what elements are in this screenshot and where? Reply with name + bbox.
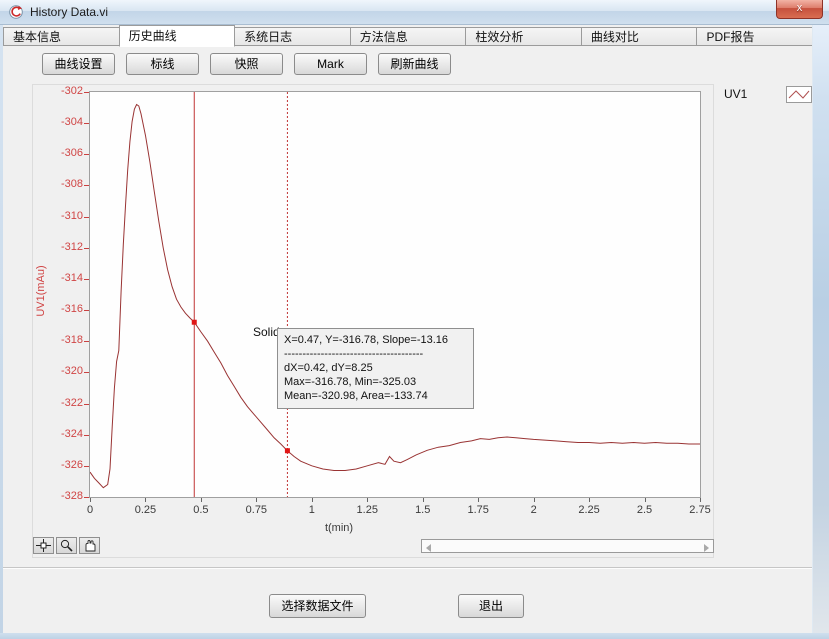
x-tick-mark xyxy=(367,498,368,502)
x-tick-mark xyxy=(589,498,590,502)
y-tick-mark xyxy=(84,92,89,93)
close-button[interactable]: x xyxy=(776,0,823,19)
x-axis-title: t(min) xyxy=(89,522,589,534)
y-tick-mark xyxy=(84,248,89,249)
graph-horizontal-scrollbar[interactable] xyxy=(421,539,714,553)
tooltip-line-xy: X=0.47, Y=-316.78, Slope=-13.16 xyxy=(284,333,467,347)
x-tick-label: 2 xyxy=(514,504,554,516)
x-tick-mark xyxy=(90,498,91,502)
y-tick-label: -328 xyxy=(35,490,83,502)
y-tick-mark xyxy=(84,217,89,218)
y-tick-label: -326 xyxy=(35,459,83,471)
y-tick-mark xyxy=(84,497,89,498)
x-tick-label: 0.75 xyxy=(236,504,276,516)
legend-series-label[interactable]: UV1 xyxy=(724,87,747,101)
x-tick-mark xyxy=(645,498,646,502)
y-tick-label: -322 xyxy=(35,397,83,409)
x-tick-label: 1.25 xyxy=(347,504,387,516)
x-tick-label: 0 xyxy=(70,504,110,516)
tab-4[interactable]: 柱效分析 xyxy=(465,27,582,46)
x-tick-label: 0.25 xyxy=(125,504,165,516)
x-tick-mark xyxy=(201,498,202,502)
y-tick-label: -302 xyxy=(35,85,83,97)
cursor-tool-icon[interactable] xyxy=(33,537,54,554)
x-tick-mark xyxy=(256,498,257,502)
cursor-tooltip: X=0.47, Y=-316.78, Slope=-13.16 --------… xyxy=(277,328,474,409)
legend-line-sample-icon[interactable] xyxy=(786,86,812,103)
tab-2[interactable]: 系统日志 xyxy=(234,27,351,46)
y-tick-label: -312 xyxy=(35,241,83,253)
scroll-left-icon[interactable] xyxy=(426,544,431,552)
tab-strip: 基本信息历史曲线系统日志方法信息柱效分析曲线对比PDF报告 xyxy=(3,27,812,47)
y-tick-mark xyxy=(84,123,89,124)
toolbar-button-4[interactable]: 刷新曲线 xyxy=(378,53,451,75)
zoom-tool-icon[interactable] xyxy=(56,537,77,554)
pan-tool-icon[interactable] xyxy=(79,537,100,554)
tab-3[interactable]: 方法信息 xyxy=(350,27,467,46)
tooltip-line-dxdy: dX=0.42, dY=8.25 xyxy=(284,361,467,375)
plot-area[interactable]: Solid X=0.47, Y=-316.78, Slope=-13.16 --… xyxy=(89,91,701,498)
x-tick-label: 1 xyxy=(292,504,332,516)
x-tick-mark xyxy=(145,498,146,502)
tab-0[interactable]: 基本信息 xyxy=(3,27,120,46)
cursor-marker-0[interactable] xyxy=(192,320,197,325)
cursor-name-label: Solid xyxy=(253,325,280,339)
y-tick-label: -314 xyxy=(35,272,83,284)
x-tick-label: 2.75 xyxy=(680,504,720,516)
history-curve-graph: UV1(mAu) Solid X=0.47, Y=-316.78, Slope=… xyxy=(32,84,714,558)
y-tick-label: -316 xyxy=(35,303,83,315)
x-tick-mark xyxy=(534,498,535,502)
y-tick-mark xyxy=(84,341,89,342)
toolbar-button-2[interactable]: 快照 xyxy=(210,53,283,75)
tab-1[interactable]: 历史曲线 xyxy=(119,25,236,47)
tooltip-line-meanarea: Mean=-320.98, Area=-133.74 xyxy=(284,389,467,403)
x-tick-label: 1.75 xyxy=(458,504,498,516)
labview-vi-icon xyxy=(8,4,24,20)
y-tick-label: -310 xyxy=(35,210,83,222)
title-bar[interactable]: History Data.vi x xyxy=(0,0,829,25)
select-data-file-button[interactable]: 选择数据文件 xyxy=(269,594,366,618)
toolbar-button-3[interactable]: Mark xyxy=(294,53,367,75)
scroll-right-icon[interactable] xyxy=(704,544,709,552)
y-tick-mark xyxy=(84,404,89,405)
y-tick-label: -306 xyxy=(35,147,83,159)
exit-button[interactable]: 退出 xyxy=(458,594,524,618)
tab-page-history-curve: 基本信息历史曲线系统日志方法信息柱效分析曲线对比PDF报告 曲线设置标线快照 Ma… xyxy=(3,25,812,633)
x-tick-mark xyxy=(312,498,313,502)
y-tick-label: -320 xyxy=(35,365,83,377)
x-tick-label: 2.25 xyxy=(569,504,609,516)
tooltip-line-maxmin: Max=-316.78, Min=-325.03 xyxy=(284,375,467,389)
uv1-curve xyxy=(90,105,700,488)
footer-separator xyxy=(3,567,812,569)
y-tick-label: -318 xyxy=(35,334,83,346)
x-tick-mark xyxy=(700,498,701,502)
tab-5[interactable]: 曲线对比 xyxy=(581,27,698,46)
window-border-right xyxy=(812,25,829,639)
x-tick-mark xyxy=(423,498,424,502)
y-tick-mark xyxy=(84,310,89,311)
plot-canvas xyxy=(90,92,700,497)
x-tick-label: 2.5 xyxy=(625,504,665,516)
x-tick-label: 0.5 xyxy=(181,504,221,516)
y-tick-label: -324 xyxy=(35,428,83,440)
tab-6[interactable]: PDF报告 xyxy=(696,27,812,46)
y-tick-mark xyxy=(84,279,89,280)
cursor-marker-1[interactable] xyxy=(285,448,290,453)
y-tick-mark xyxy=(84,185,89,186)
y-tick-label: -308 xyxy=(35,178,83,190)
y-tick-label: -304 xyxy=(35,116,83,128)
toolbar-button-1[interactable]: 标线 xyxy=(126,53,199,75)
toolbar-button-0[interactable]: 曲线设置 xyxy=(42,53,115,75)
curve-toolbar: 曲线设置标线快照 Mark 刷新曲线 xyxy=(42,53,451,75)
window-title: History Data.vi xyxy=(30,5,108,19)
y-tick-mark xyxy=(84,435,89,436)
y-tick-mark xyxy=(84,154,89,155)
y-tick-mark xyxy=(84,466,89,467)
tooltip-separator: -------------------------------------- xyxy=(284,347,467,361)
y-tick-mark xyxy=(84,372,89,373)
x-tick-label: 1.5 xyxy=(403,504,443,516)
window-border-bottom xyxy=(0,633,829,639)
x-tick-mark xyxy=(478,498,479,502)
graph-palette xyxy=(33,537,100,554)
